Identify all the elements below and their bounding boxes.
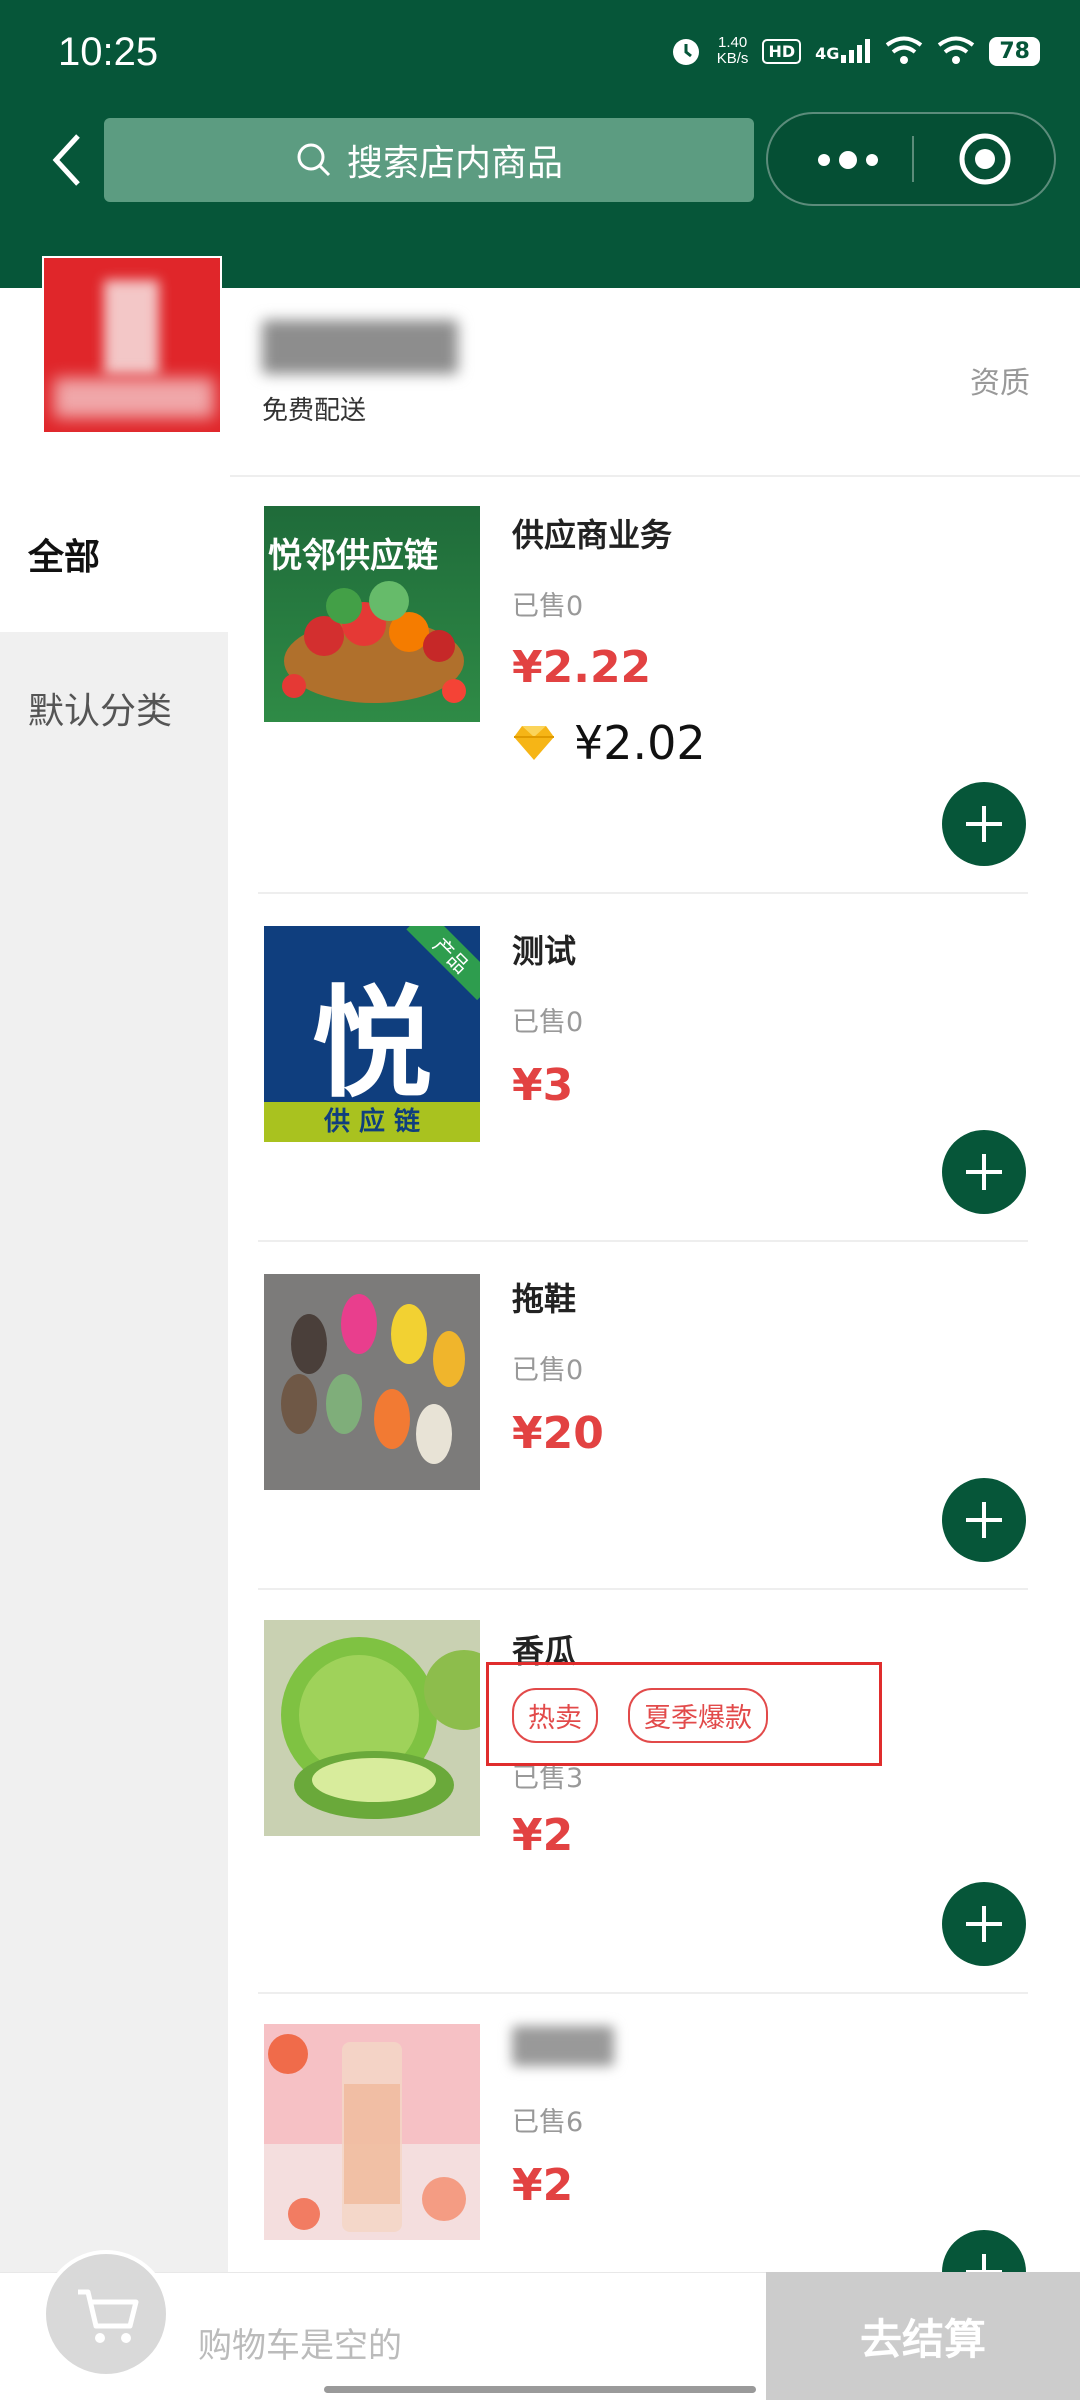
network-type: 4G <box>815 44 840 63</box>
product-image[interactable] <box>264 2024 480 2240</box>
product-price: ¥2 <box>512 1810 574 1861</box>
battery-indicator: 78 <box>989 36 1040 66</box>
product-image[interactable]: 悦邻供应链 <box>264 506 480 722</box>
add-to-cart-button[interactable] <box>942 1478 1026 1562</box>
divider <box>230 475 1080 477</box>
cell-signal: 4G <box>815 39 871 63</box>
product-price: ¥3 <box>512 1060 574 1111</box>
add-to-cart-button[interactable] <box>942 1882 1026 1966</box>
cart-button[interactable] <box>42 2250 170 2378</box>
drink-illustration <box>264 2024 480 2240</box>
status-time: 10:25 <box>58 30 159 74</box>
add-to-cart-button[interactable] <box>942 2230 1026 2272</box>
checkout-button[interactable]: 去结算 <box>766 2272 1080 2400</box>
divider <box>258 892 1028 894</box>
search-input[interactable]: 搜索店内商品 <box>104 118 754 202</box>
header-bar: 10:25 1.40 KB/s HD 4G 78 搜索店内商品 <box>0 0 1080 288</box>
category-sidebar: 全部 默认分类 <box>0 478 228 2400</box>
product-image[interactable] <box>264 1274 480 1490</box>
close-miniprogram-icon[interactable] <box>958 132 1012 186</box>
member-price-value: ¥2.02 <box>574 716 706 770</box>
sidebar-item-all[interactable]: 全部 <box>0 478 228 632</box>
hd-badge: HD <box>762 38 802 64</box>
sidebar-item-label: 默认分类 <box>28 691 173 732</box>
add-to-cart-button[interactable] <box>942 1130 1026 1214</box>
product-image[interactable] <box>264 1620 480 1836</box>
signal-bars-icon <box>841 39 871 63</box>
product-price: ¥2 <box>512 2160 574 2211</box>
product-sold-count: 已售0 <box>512 1007 584 1038</box>
store-logo <box>42 256 222 434</box>
product-item[interactable]: 悦邻供应链 供应商业务 已售0 ¥2.22 ¥2.02 <box>230 478 1080 896</box>
add-to-cart-button[interactable] <box>942 782 1026 866</box>
sidebar-item-default[interactable]: 默认分类 <box>0 632 228 786</box>
member-price: ¥2.02 <box>512 716 706 770</box>
product-image-banner: 供 应 链 <box>264 1102 480 1142</box>
vegetable-basket-illustration <box>282 581 466 703</box>
product-item[interactable]: 悦 产品 供 应 链 测试 已售0 ¥3 <box>230 896 1080 1244</box>
net-speed-unit: KB/s <box>716 50 749 67</box>
status-bar: 10:25 1.40 KB/s HD 4G 78 <box>0 0 1080 110</box>
diamond-icon <box>514 726 554 760</box>
store-logo-blur-text <box>54 378 214 418</box>
divider <box>258 1992 1028 1994</box>
search-icon <box>297 143 331 177</box>
product-item[interactable]: 已售6 ¥2 <box>230 1996 1080 2272</box>
product-sold-count: 已售0 <box>512 591 584 622</box>
miniprogram-capsule <box>766 112 1056 206</box>
shopping-cart-icon <box>78 2289 139 2343</box>
product-item[interactable]: 香瓜 热卖 夏季爆款 已售3 ¥2 <box>230 1592 1080 1996</box>
alarm-icon <box>672 39 699 65</box>
divider <box>258 1588 1028 1590</box>
product-name: 拖鞋 <box>512 1280 577 1318</box>
more-options-icon[interactable] <box>808 142 888 178</box>
store-logo-blur <box>104 280 159 375</box>
wifi-icon-2 <box>938 36 975 64</box>
cart-empty-text: 购物车是空的 <box>198 2326 402 2366</box>
status-icons: 1.40 KB/s HD 4G 78 <box>669 34 1040 68</box>
sidebar-item-label: 全部 <box>28 537 101 578</box>
product-name: 供应商业务 <box>512 516 673 554</box>
annotation-highlight-box <box>486 1662 882 1766</box>
product-sold-count: 已售0 <box>512 1355 584 1386</box>
store-name-redacted <box>262 320 458 374</box>
search-placeholder: 搜索店内商品 <box>346 143 563 184</box>
product-item[interactable]: 拖鞋 已售0 ¥20 <box>230 1244 1080 1592</box>
wifi-icon <box>886 36 923 64</box>
home-indicator[interactable] <box>324 2386 756 2393</box>
product-image[interactable]: 悦 产品 供 应 链 <box>264 926 480 1142</box>
slippers-illustration <box>264 1274 480 1490</box>
melon-illustration <box>264 1620 480 1836</box>
divider <box>258 1240 1028 1242</box>
product-name: 测试 <box>512 932 577 970</box>
product-price: ¥20 <box>512 1408 604 1459</box>
back-arrow-icon[interactable] <box>48 130 88 190</box>
delivery-info: 免费配送 <box>262 396 367 426</box>
product-name-redacted <box>512 2026 614 2066</box>
net-speed: 1.40 KB/s <box>717 35 749 67</box>
product-sold-count: 已售6 <box>512 2107 584 2138</box>
capsule-divider <box>912 136 914 182</box>
product-image-logo: 悦 <box>312 975 432 1114</box>
product-price: ¥2.22 <box>512 642 652 693</box>
qualification-link[interactable]: 资质 <box>970 358 1030 402</box>
net-speed-value: 1.40 <box>717 34 748 51</box>
